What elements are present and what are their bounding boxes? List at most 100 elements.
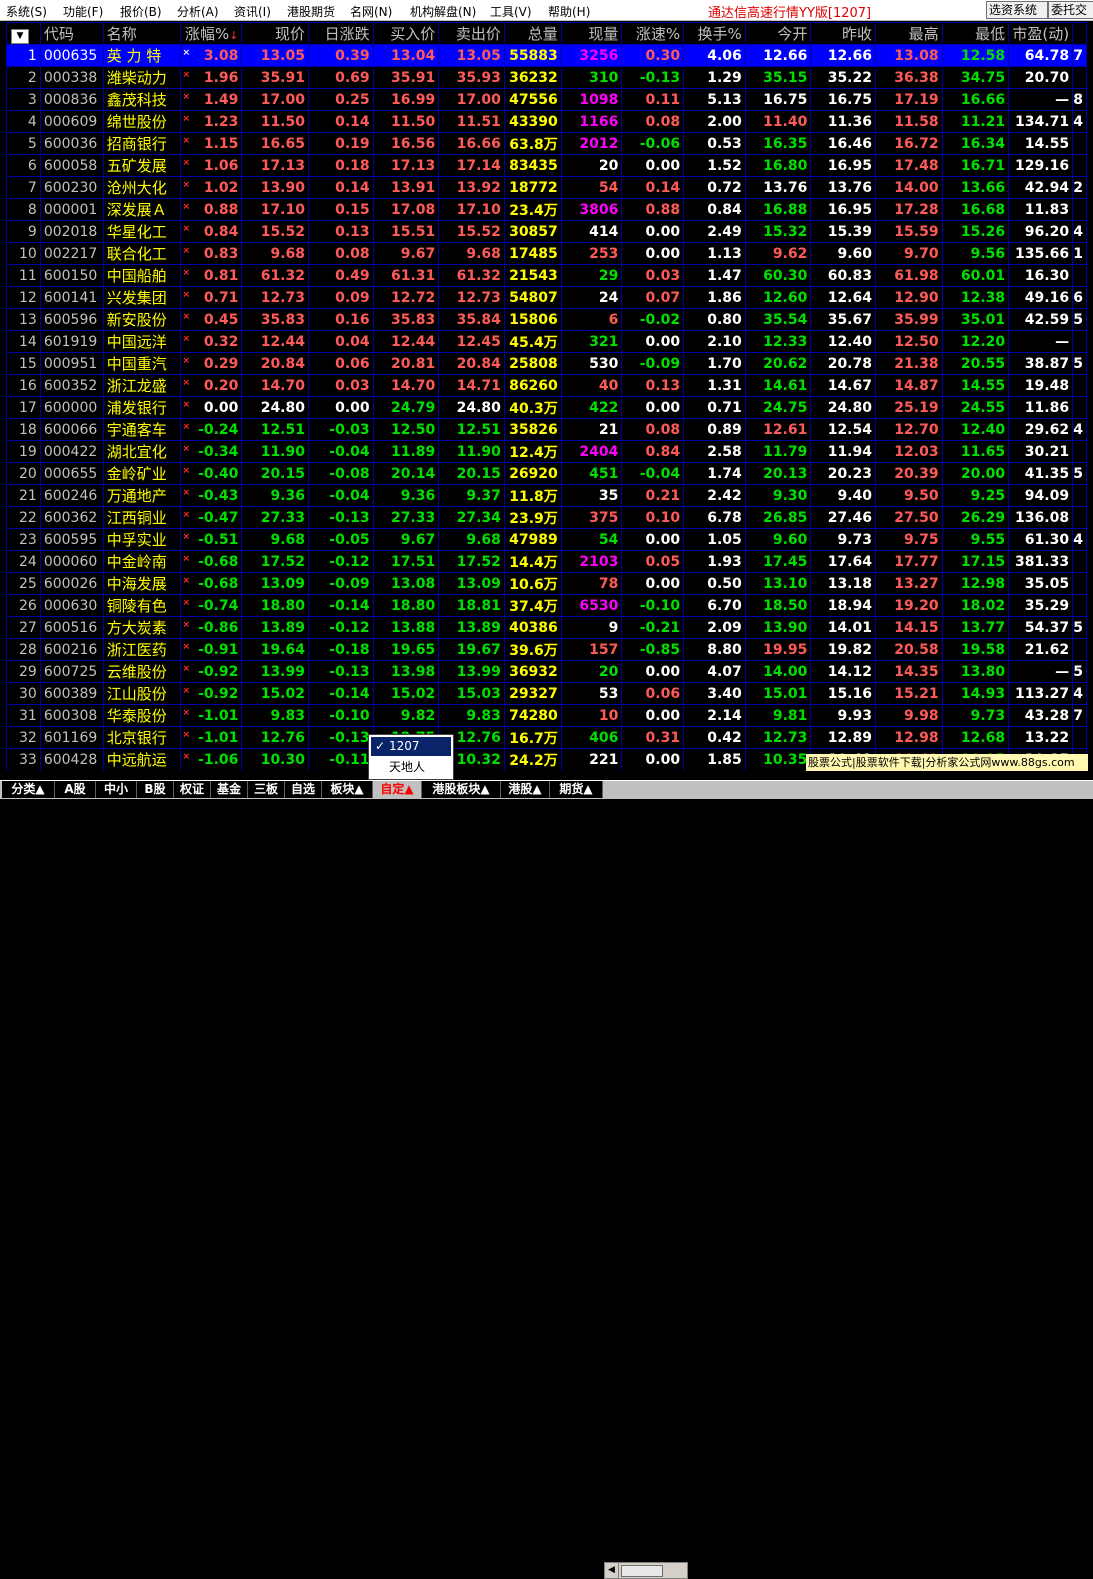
menu-help[interactable]: 帮助(H): [548, 3, 590, 20]
tab-hk-sector[interactable]: 港股板块▲: [422, 781, 501, 798]
menu-info[interactable]: 资讯(I): [234, 3, 271, 20]
table-row[interactable]: 15 000951 中国重汽 × 0.29 20.84 0.06 20.81 20.84 2580…: [6, 352, 1087, 375]
popup-item-tiandiren[interactable]: 天地人: [371, 758, 451, 777]
table-row[interactable]: 22 600362 江西铜业 × -0.47 27.33 -0.13 27.33 27.34 23…: [6, 506, 1087, 529]
tab-hk[interactable]: 港股▲: [501, 781, 550, 798]
table-row[interactable]: 26 000630 铜陵有色 × -0.74 18.80 -0.14 18.80 18.81 37…: [6, 594, 1087, 617]
row-index: 12: [6, 286, 41, 309]
dropdown-arrow-icon[interactable]: ▼: [11, 28, 29, 44]
tab-sme[interactable]: 中小: [96, 781, 137, 798]
table-row[interactable]: 28 600216 浙江医药 × -0.91 19.64 -0.18 19.65 19.67 39…: [6, 638, 1087, 661]
stock-name: 鑫茂科技: [102, 88, 181, 111]
table-row[interactable]: 12 600141 兴发集团 × 0.71 12.73 0.09 12.72 12.73 5480…: [6, 286, 1087, 309]
tab-a-share[interactable]: A股: [55, 781, 96, 798]
table-row[interactable]: 13 600596 新安股份 × 0.45 35.83 0.16 35.83 35.84 1580…: [6, 308, 1087, 331]
prev-close-cell: 12.64: [810, 286, 876, 309]
col-change[interactable]: 日涨跌: [308, 22, 374, 45]
col-low[interactable]: 最低: [941, 22, 1010, 45]
table-row[interactable]: 18 600066 宇通客车 × -0.24 12.51 -0.03 12.50 12.51 35…: [6, 418, 1087, 441]
table-row[interactable]: 1 000635 英 力 特 × 3.08 13.05 0.39 13.04 13.05 5588…: [6, 44, 1087, 67]
tab-futures[interactable]: 期货▲: [550, 781, 603, 798]
table-row[interactable]: 17 600000 浦发银行 × 0.00 24.80 0.00 24.79 24.80 40.3…: [6, 396, 1087, 419]
table-row[interactable]: 11 600150 中国船舶 × 0.81 61.32 0.49 61.31 61.32 2154…: [6, 264, 1087, 287]
menu-analysis[interactable]: 分析(A): [177, 3, 219, 20]
stock-code: 600596: [39, 308, 104, 331]
tab-b-share[interactable]: B股: [137, 781, 174, 798]
col-ask[interactable]: 卖出价: [438, 22, 505, 45]
table-row[interactable]: 30 600389 江山股份 × -0.92 15.02 -0.14 15.02 15.03 29…: [6, 682, 1087, 705]
popup-item-1207[interactable]: ✓ 1207: [371, 737, 451, 756]
speed-cell: -0.02: [621, 308, 685, 331]
stock-name: 中远航运: [102, 748, 181, 770]
table-row[interactable]: 8 000001 深发展Ａ × 0.88 17.10 0.15 17.08 17.10 23.4万…: [6, 198, 1087, 221]
col-volume[interactable]: 总量: [503, 22, 562, 45]
col-turnover[interactable]: 换手%: [683, 22, 746, 45]
tab-custom[interactable]: 自定▲: [373, 781, 422, 798]
col-prev-close[interactable]: 昨收: [810, 22, 876, 45]
table-row[interactable]: 14 601919 中国远洋 × 0.32 12.44 0.04 12.44 12.45 45.4…: [6, 330, 1087, 353]
table-row[interactable]: 10 002217 联合化工 × 0.83 9.68 0.08 9.67 9.68 17485 25…: [6, 242, 1087, 265]
stock-name: 潍柴动力: [102, 66, 181, 89]
table-row[interactable]: 29 600725 云维股份 × -0.92 13.99 -0.13 13.98 13.99 36…: [6, 660, 1087, 683]
trade-button[interactable]: 委托交: [1048, 1, 1093, 19]
pe-cell: 54.37: [1008, 616, 1074, 639]
menu-famous-web[interactable]: 名网(N): [350, 3, 392, 20]
menu-tools[interactable]: 工具(V): [490, 3, 532, 20]
scroll-left-icon[interactable]: ◀: [605, 1563, 619, 1578]
tab-fund[interactable]: 基金: [211, 781, 248, 798]
scroll-thumb[interactable]: [621, 1565, 663, 1577]
pe-cell: 129.16: [1008, 154, 1074, 177]
ad-banner[interactable]: 股票公式|股票软件下载|分析家公式网www.88gs.com: [806, 754, 1088, 771]
turnover-cell: 2.14: [683, 704, 746, 727]
turnover-cell: 5.13: [683, 88, 746, 111]
price-cell: 61.32: [241, 264, 309, 287]
horizontal-scrollbar[interactable]: ◀: [604, 1562, 688, 1579]
table-row[interactable]: 24 000060 中金岭南 × -0.68 17.52 -0.12 17.51 17.52 14…: [6, 550, 1087, 573]
col-high[interactable]: 最高: [875, 22, 943, 45]
col-pct[interactable]: 涨幅%↓: [179, 22, 243, 45]
pct-value: 0.83: [203, 245, 239, 262]
table-row[interactable]: 31 600308 华泰股份 × -1.01 9.83 -0.10 9.82 9.83 74280…: [6, 704, 1087, 727]
tab-third-board[interactable]: 三板: [248, 781, 285, 798]
pct-value: -0.74: [198, 597, 239, 614]
menu-quote[interactable]: 报价(B): [120, 3, 162, 20]
table-row[interactable]: 16 600352 浙江龙盛 × 0.20 14.70 0.03 14.70 14.71 8626…: [6, 374, 1087, 397]
table-row[interactable]: 21 600246 万通地产 × -0.43 9.36 -0.04 9.36 9.37 11.8万…: [6, 484, 1087, 507]
col-code[interactable]: 代码: [39, 22, 104, 45]
col-price[interactable]: 现价: [241, 22, 309, 45]
bid-cell: 17.13: [372, 154, 440, 177]
col-name[interactable]: 名称: [102, 22, 181, 45]
table-row[interactable]: 19 000422 湖北宜化 × -0.34 11.90 -0.04 11.89 11.90 12…: [6, 440, 1087, 463]
tab-watchlist[interactable]: 自选: [285, 781, 322, 798]
table-row[interactable]: 23 600595 中孚实业 × -0.51 9.68 -0.05 9.67 9.68 47989…: [6, 528, 1087, 551]
table-row[interactable]: 3 000836 鑫茂科技 × 1.49 17.00 0.25 16.99 17.00 47556…: [6, 88, 1087, 111]
stock-name: 中国远洋: [102, 330, 181, 353]
table-row[interactable]: 20 000655 金岭矿业 × -0.40 20.15 -0.08 20.14 20.15 26…: [6, 462, 1087, 485]
table-row[interactable]: 5 600036 招商银行 × 1.15 16.65 0.19 16.56 16.66 63.8万…: [6, 132, 1087, 155]
menu-function[interactable]: 功能(F): [63, 3, 103, 20]
table-row[interactable]: 9 002018 华星化工 × 0.84 15.52 0.13 15.51 15.52 30857…: [6, 220, 1087, 243]
open-cell: 10.35: [744, 748, 812, 770]
col-current-volume[interactable]: 现量: [560, 22, 623, 45]
menu-institution[interactable]: 机构解盘(N): [410, 3, 476, 20]
col-speed[interactable]: 涨速%: [621, 22, 685, 45]
table-row[interactable]: 27 600516 方大炭素 × -0.86 13.89 -0.12 13.88 13.89 40…: [6, 616, 1087, 639]
column-menu[interactable]: ▼: [6, 22, 41, 45]
table-row[interactable]: 32601169北京银行×-1.0112.76-0.1312.7512.7616…: [6, 726, 1087, 749]
menu-system[interactable]: 系统(S): [6, 3, 47, 20]
tab-sector[interactable]: 板块▲: [322, 781, 373, 798]
table-row[interactable]: 4 000609 绵世股份 × 1.23 11.50 0.14 11.50 11.51 43390…: [6, 110, 1087, 133]
table-row[interactable]: 2 000338 潍柴动力 × 1.96 35.91 0.69 35.91 35.93 36232…: [6, 66, 1087, 89]
tab-warrant[interactable]: 权证: [174, 781, 211, 798]
table-row[interactable]: 25 600026 中海发展 × -0.68 13.09 -0.09 13.08 13.09 10…: [6, 572, 1087, 595]
volume-cell: 36932: [503, 660, 562, 683]
table-row[interactable]: 7 600230 沧州大化 × 1.02 13.90 0.14 13.91 13.92 18772…: [6, 176, 1087, 199]
tab-category[interactable]: 分类▲: [2, 781, 55, 798]
col-pe[interactable]: 市盈(动): [1008, 22, 1074, 45]
col-bid[interactable]: 买入价: [372, 22, 440, 45]
table-row[interactable]: 6 600058 五矿发展 × 1.06 17.13 0.18 17.13 17.14 83435…: [6, 154, 1087, 177]
col-open[interactable]: 今开: [744, 22, 812, 45]
menu-hk-futures[interactable]: 港股期货: [287, 3, 335, 20]
switch-system-button[interactable]: 选资系统: [986, 1, 1048, 19]
high-cell: 27.50: [875, 506, 943, 529]
